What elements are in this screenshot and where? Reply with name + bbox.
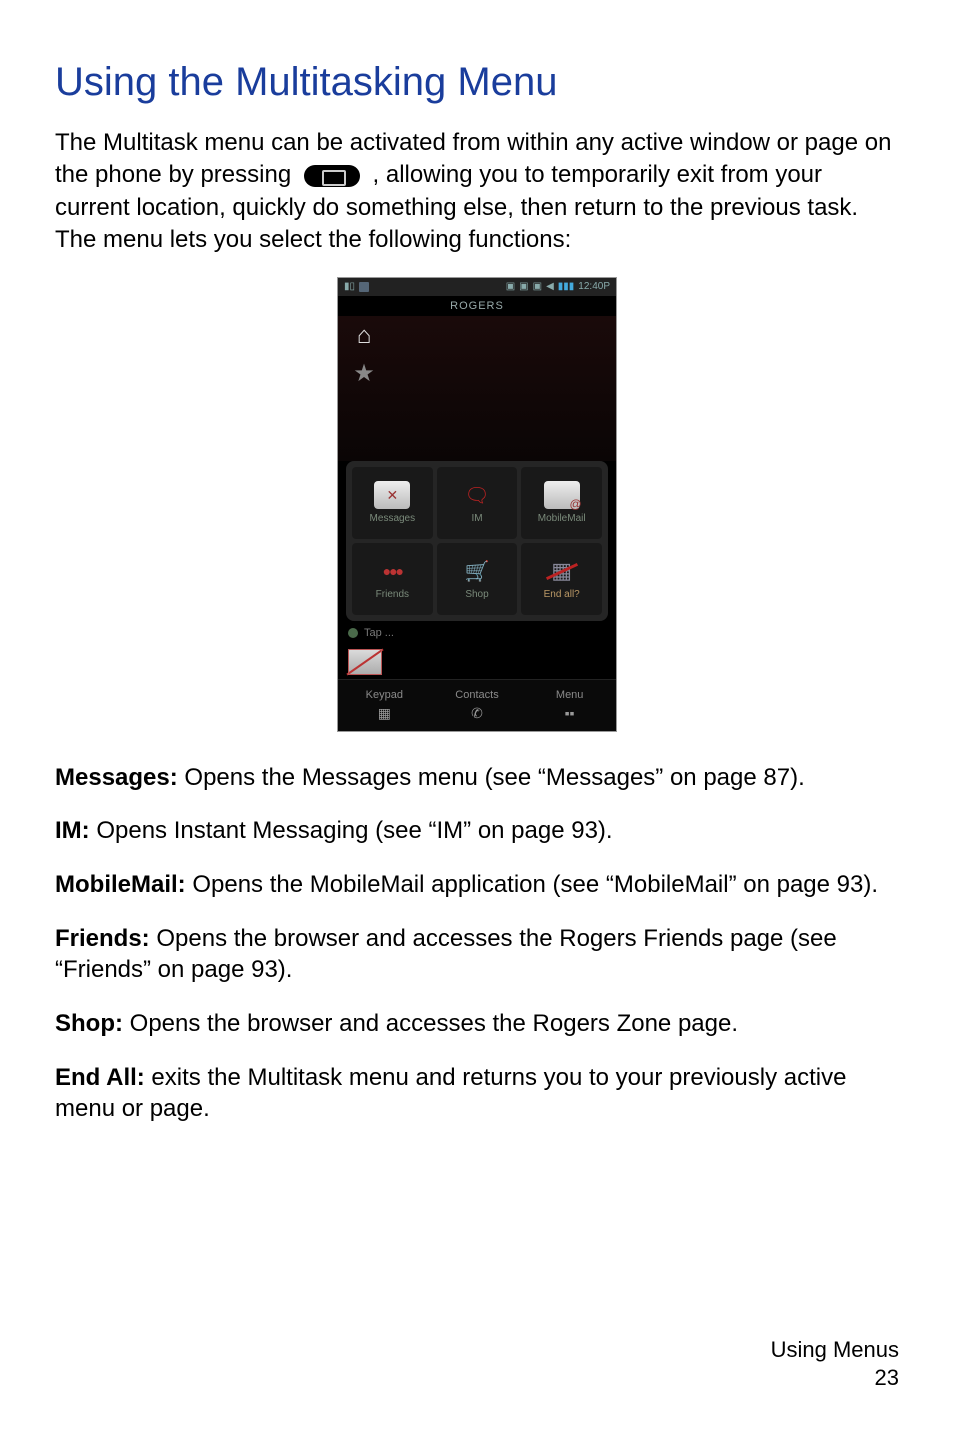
star-icon[interactable]: ★ — [348, 358, 380, 390]
mail-at-icon — [544, 481, 580, 509]
status-icon: ▣ — [506, 281, 515, 292]
def-label: Messages: — [55, 764, 178, 791]
grid-icon: ▪▪ — [565, 705, 575, 721]
def-text: Opens the browser and accesses the Roger… — [55, 925, 837, 984]
grid-friends[interactable]: ●●● Friends — [352, 543, 433, 615]
phone-screenshot: ▮▯ ▣ ▣ ▣ ◀ ▮▮▮ 12:40P ROGERS ⌂ ★ Message… — [337, 277, 617, 732]
cart-icon: 🛒 — [459, 557, 495, 585]
def-shop: Shop: Opens the browser and accesses the… — [55, 1008, 899, 1040]
home-icon[interactable]: ⌂ — [348, 320, 380, 352]
status-left: ▮▯ — [344, 281, 369, 292]
carrier-label: ROGERS — [338, 296, 616, 316]
grid-label: IM — [471, 513, 482, 524]
status-right: ▣ ▣ ▣ ◀ ▮▮▮ 12:40P — [506, 281, 610, 292]
softkey-bar: Keypad ▦ Contacts ✆ Menu ▪▪ — [338, 679, 616, 731]
footer-page-number: 23 — [771, 1364, 899, 1392]
volume-icon: ◀ — [546, 281, 554, 292]
def-text: Opens the browser and accesses the Roger… — [123, 1010, 738, 1037]
grid-im[interactable]: 🗨 IM — [437, 467, 518, 539]
def-label: Friends: — [55, 925, 150, 952]
envelope-icon — [374, 481, 410, 509]
def-label: Shop: — [55, 1010, 123, 1037]
people-icon: ●●● — [374, 557, 410, 585]
grid-label: MobileMail — [538, 513, 586, 524]
footer-section: Using Menus — [771, 1336, 899, 1364]
softkey-contacts[interactable]: Contacts ✆ — [431, 680, 524, 731]
home-background: ⌂ ★ — [338, 316, 616, 461]
softkey-label: Menu — [556, 689, 584, 701]
keypad-icon: ▦ — [378, 705, 391, 722]
end-all-icon — [544, 557, 580, 585]
tap-row[interactable]: Tap ... — [338, 621, 616, 645]
clock: 12:40P — [578, 281, 610, 292]
status-bar: ▮▯ ▣ ▣ ▣ ◀ ▮▮▮ 12:40P — [338, 278, 616, 296]
grid-label: End all? — [544, 589, 580, 600]
def-messages: Messages: Opens the Messages menu (see “… — [55, 762, 899, 794]
def-text: exits the Multitask menu and returns you… — [55, 1064, 846, 1123]
tap-dot-icon — [348, 628, 358, 638]
multitask-grid: Messages 🗨 IM MobileMail ●●● Friends 🛒 S… — [346, 461, 608, 621]
grid-label: Friends — [376, 589, 409, 600]
grid-shop[interactable]: 🛒 Shop — [437, 543, 518, 615]
def-label: MobileMail: — [55, 871, 186, 898]
def-text: Opens the MobileMail application (see “M… — [186, 871, 878, 898]
def-im: IM: Opens Instant Messaging (see “IM” on… — [55, 815, 899, 847]
speech-bubble-icon: 🗨 — [459, 481, 495, 509]
mini-envelope-icon[interactable] — [348, 649, 382, 675]
page-footer: Using Menus 23 — [771, 1336, 899, 1391]
grid-row: ●●● Friends 🛒 Shop End all? — [352, 543, 602, 615]
grid-messages[interactable]: Messages — [352, 467, 433, 539]
grid-mobilemail[interactable]: MobileMail — [521, 467, 602, 539]
softkey-label: Keypad — [366, 689, 403, 701]
grid-end-all[interactable]: End all? — [521, 543, 602, 615]
def-text: Opens the Messages menu (see “Messages” … — [178, 764, 805, 791]
softkey-keypad[interactable]: Keypad ▦ — [338, 680, 431, 731]
softkey-label: Contacts — [455, 689, 498, 701]
def-label: IM: — [55, 817, 90, 844]
def-end-all: End All: exits the Multitask menu and re… — [55, 1062, 899, 1125]
page-heading: Using the Multitasking Menu — [55, 60, 899, 105]
intro-paragraph: The Multitask menu can be activated from… — [55, 127, 899, 257]
def-friends: Friends: Opens the browser and accesses … — [55, 923, 899, 986]
def-text: Opens Instant Messaging (see “IM” on pag… — [90, 817, 613, 844]
tap-label: Tap ... — [364, 627, 394, 639]
grid-label: Messages — [370, 513, 416, 524]
grid-label: Shop — [465, 589, 488, 600]
battery-icon: ▮▮▮ — [558, 281, 575, 292]
signal-icon: ▮▯ — [344, 281, 355, 292]
status-icon: ▣ — [519, 281, 528, 292]
status-indicator-icon — [359, 282, 369, 292]
multitask-key-icon — [304, 165, 360, 187]
status-icon: ▣ — [533, 281, 542, 292]
softkey-menu[interactable]: Menu ▪▪ — [523, 680, 616, 731]
phone-icon: ✆ — [471, 705, 483, 722]
def-mobilemail: MobileMail: Opens the MobileMail applica… — [55, 869, 899, 901]
grid-row: Messages 🗨 IM MobileMail — [352, 467, 602, 539]
def-label: End All: — [55, 1064, 145, 1091]
